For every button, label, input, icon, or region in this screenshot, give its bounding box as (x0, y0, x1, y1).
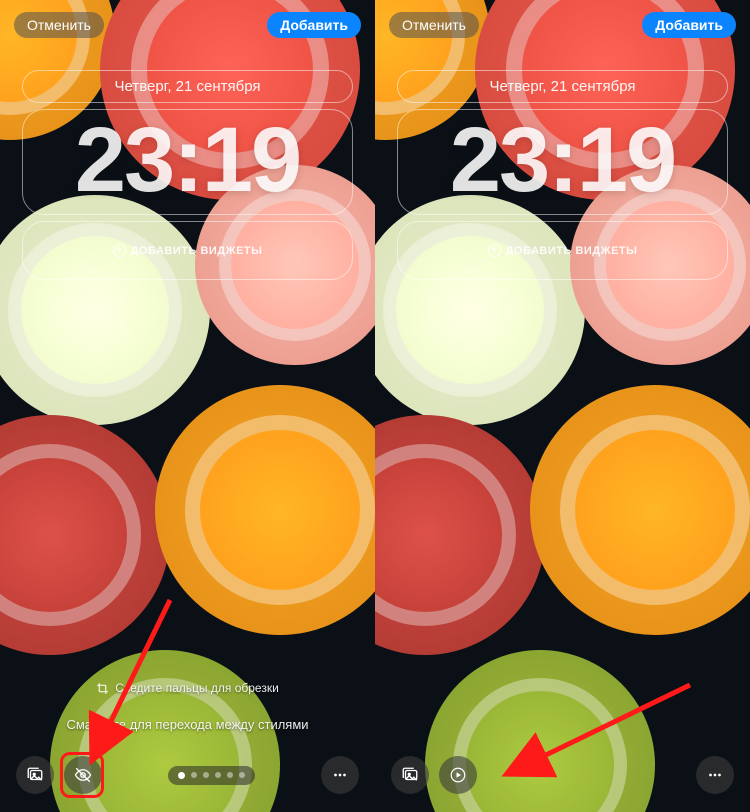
time-widget[interactable]: 23:19 (22, 109, 353, 215)
pinch-to-crop-hint: Сведите пальцы для обрезки (0, 681, 375, 695)
editor-top-bar: Отменить Добавить (375, 0, 750, 50)
add-widgets-label: ДОБАВИТЬ ВИДЖЕТЫ (506, 245, 638, 257)
style-pager[interactable] (168, 766, 255, 785)
plus-circle-icon: + (488, 244, 501, 257)
ellipsis-icon (331, 766, 349, 784)
add-widgets-button[interactable]: + ДОБАВИТЬ ВИДЖЕТЫ (22, 221, 353, 280)
editor-bottom-bar (375, 748, 750, 812)
eye-slash-icon (74, 766, 92, 784)
editor-hints: Сведите пальцы для обрезки Смахните для … (0, 681, 375, 748)
more-options-button[interactable] (321, 756, 359, 794)
more-options-button[interactable] (696, 756, 734, 794)
add-button[interactable]: Добавить (267, 12, 361, 38)
clock-time: 23:19 (398, 114, 727, 206)
add-widgets-button[interactable]: + ДОБАВИТЬ ВИДЖЕТЫ (397, 221, 728, 280)
photo-picker-button[interactable] (391, 756, 429, 794)
photo-stack-icon (401, 766, 419, 784)
crop-icon (96, 682, 109, 695)
date-widget[interactable]: Четверг, 21 сентября (22, 70, 353, 103)
lock-screen-editor-right: Отменить Добавить Четверг, 21 сентября 2… (375, 0, 750, 812)
widget-area: Четверг, 21 сентября 23:19 + ДОБАВИТЬ ВИ… (22, 70, 353, 280)
ellipsis-icon (706, 766, 724, 784)
photo-picker-button[interactable] (16, 756, 54, 794)
photo-stack-icon (26, 766, 44, 784)
add-widgets-label: ДОБАВИТЬ ВИДЖЕТЫ (131, 245, 263, 257)
date-widget[interactable]: Четверг, 21 сентября (397, 70, 728, 103)
swipe-styles-hint: Смахните для перехода между стилями (0, 717, 375, 732)
clock-time: 23:19 (23, 114, 352, 206)
plus-circle-icon: + (113, 244, 126, 257)
time-widget[interactable]: 23:19 (397, 109, 728, 215)
play-circle-icon (449, 766, 467, 784)
widget-area: Четверг, 21 сентября 23:19 + ДОБАВИТЬ ВИ… (397, 70, 728, 280)
depth-effect-toggle[interactable] (64, 756, 102, 794)
editor-bottom-bar (0, 748, 375, 812)
cancel-button[interactable]: Отменить (14, 12, 104, 38)
live-photo-toggle[interactable] (439, 756, 477, 794)
lock-screen-editor-left: Отменить Добавить Четверг, 21 сентября 2… (0, 0, 375, 812)
cancel-button[interactable]: Отменить (389, 12, 479, 38)
add-button[interactable]: Добавить (642, 12, 736, 38)
editor-top-bar: Отменить Добавить (0, 0, 375, 50)
